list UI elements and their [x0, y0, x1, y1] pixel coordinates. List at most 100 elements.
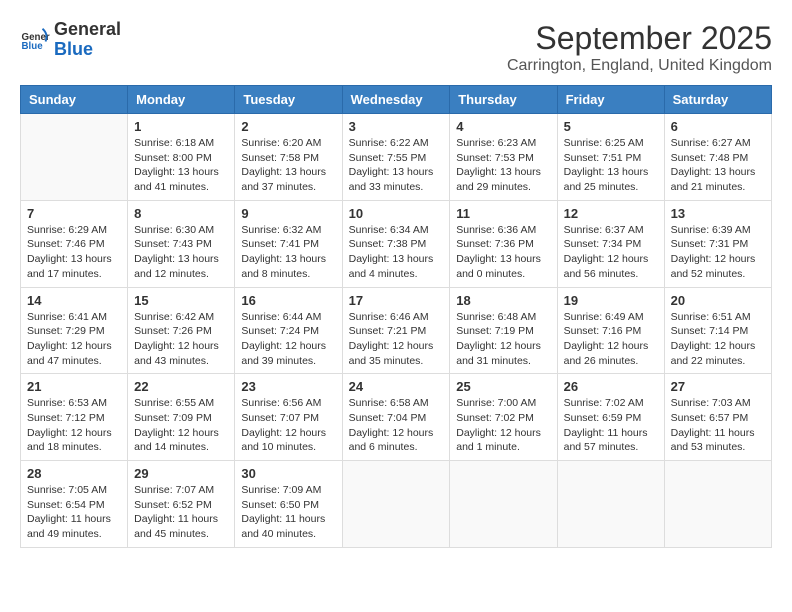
day-number: 28: [27, 466, 121, 481]
calendar-cell: 13 Sunrise: 6:39 AM Sunset: 7:31 PM Dayli…: [664, 200, 771, 287]
day-info: Sunrise: 6:20 AM Sunset: 7:58 PM Dayligh…: [241, 136, 335, 195]
day-info: Sunrise: 6:27 AM Sunset: 7:48 PM Dayligh…: [671, 136, 765, 195]
logo-general-text: General: [54, 19, 121, 39]
day-number: 7: [27, 206, 121, 221]
day-info: Sunrise: 6:30 AM Sunset: 7:43 PM Dayligh…: [134, 223, 228, 282]
calendar-cell: 20 Sunrise: 6:51 AM Sunset: 7:14 PM Dayli…: [664, 287, 771, 374]
day-number: 25: [456, 379, 550, 394]
day-info: Sunrise: 6:42 AM Sunset: 7:26 PM Dayligh…: [134, 310, 228, 369]
calendar-cell: 24Sunrise: 6:58 AM Sunset: 7:04 PM Dayli…: [342, 374, 450, 461]
day-info: Sunrise: 6:56 AM Sunset: 7:07 PM Dayligh…: [241, 396, 335, 455]
day-info: Sunrise: 6:23 AM Sunset: 7:53 PM Dayligh…: [456, 136, 550, 195]
calendar-cell: 4 Sunrise: 6:23 AM Sunset: 7:53 PM Daylig…: [450, 114, 557, 201]
day-number: 4: [456, 119, 550, 134]
day-number: 10: [349, 206, 444, 221]
calendar-cell: [450, 461, 557, 548]
calendar-week-row: 21Sunrise: 6:53 AM Sunset: 7:12 PM Dayli…: [21, 374, 772, 461]
day-number: 6: [671, 119, 765, 134]
day-number: 27: [671, 379, 765, 394]
calendar-cell: [557, 461, 664, 548]
day-number: 29: [134, 466, 228, 481]
title-block: September 2025 Carrington, England, Unit…: [507, 20, 772, 75]
day-number: 24: [349, 379, 444, 394]
calendar-cell: 25 Sunrise: 7:00 AM Sunset: 7:02 PM Dayli…: [450, 374, 557, 461]
day-info: Sunrise: 7:09 AM Sunset: 6:50 PM Dayligh…: [241, 483, 335, 542]
calendar-cell: 1Sunrise: 6:18 AM Sunset: 8:00 PM Daylig…: [128, 114, 235, 201]
calendar-cell: 18Sunrise: 6:48 AM Sunset: 7:19 PM Dayli…: [450, 287, 557, 374]
calendar-cell: [664, 461, 771, 548]
day-number: 9: [241, 206, 335, 221]
calendar-table: SundayMondayTuesdayWednesdayThursdayFrid…: [20, 85, 772, 548]
day-info: Sunrise: 7:02 AM Sunset: 6:59 PM Dayligh…: [564, 396, 658, 455]
day-of-week-header: Monday: [128, 86, 235, 114]
svg-text:Blue: Blue: [22, 41, 44, 52]
day-info: Sunrise: 6:46 AM Sunset: 7:21 PM Dayligh…: [349, 310, 444, 369]
calendar-cell: 10 Sunrise: 6:34 AM Sunset: 7:38 PM Dayli…: [342, 200, 450, 287]
calendar-week-row: 14Sunrise: 6:41 AM Sunset: 7:29 PM Dayli…: [21, 287, 772, 374]
calendar-cell: 15 Sunrise: 6:42 AM Sunset: 7:26 PM Dayli…: [128, 287, 235, 374]
day-of-week-header: Tuesday: [235, 86, 342, 114]
calendar-week-row: 28Sunrise: 7:05 AM Sunset: 6:54 PM Dayli…: [21, 461, 772, 548]
calendar-cell: 22 Sunrise: 6:55 AM Sunset: 7:09 PM Dayli…: [128, 374, 235, 461]
day-info: Sunrise: 6:37 AM Sunset: 7:34 PM Dayligh…: [564, 223, 658, 282]
day-info: Sunrise: 6:34 AM Sunset: 7:38 PM Dayligh…: [349, 223, 444, 282]
day-number: 5: [564, 119, 658, 134]
calendar-cell: 26 Sunrise: 7:02 AM Sunset: 6:59 PM Dayli…: [557, 374, 664, 461]
day-number: 30: [241, 466, 335, 481]
day-info: Sunrise: 6:39 AM Sunset: 7:31 PM Dayligh…: [671, 223, 765, 282]
day-number: 23: [241, 379, 335, 394]
day-info: Sunrise: 6:25 AM Sunset: 7:51 PM Dayligh…: [564, 136, 658, 195]
calendar-header-row: SundayMondayTuesdayWednesdayThursdayFrid…: [21, 86, 772, 114]
calendar-cell: 27Sunrise: 7:03 AM Sunset: 6:57 PM Dayli…: [664, 374, 771, 461]
logo-icon: General Blue: [20, 25, 50, 55]
day-number: 26: [564, 379, 658, 394]
calendar-cell: 2 Sunrise: 6:20 AM Sunset: 7:58 PM Daylig…: [235, 114, 342, 201]
day-number: 13: [671, 206, 765, 221]
day-number: 1: [134, 119, 228, 134]
calendar-cell: 29 Sunrise: 7:07 AM Sunset: 6:52 PM Dayli…: [128, 461, 235, 548]
calendar-cell: 21Sunrise: 6:53 AM Sunset: 7:12 PM Dayli…: [21, 374, 128, 461]
day-number: 11: [456, 206, 550, 221]
location-subtitle: Carrington, England, United Kingdom: [507, 57, 772, 75]
day-of-week-header: Wednesday: [342, 86, 450, 114]
calendar-week-row: 1Sunrise: 6:18 AM Sunset: 8:00 PM Daylig…: [21, 114, 772, 201]
day-info: Sunrise: 7:07 AM Sunset: 6:52 PM Dayligh…: [134, 483, 228, 542]
calendar-cell: [21, 114, 128, 201]
calendar-cell: 17 Sunrise: 6:46 AM Sunset: 7:21 PM Dayli…: [342, 287, 450, 374]
calendar-cell: 19Sunrise: 6:49 AM Sunset: 7:16 PM Dayli…: [557, 287, 664, 374]
day-number: 19: [564, 293, 658, 308]
day-info: Sunrise: 6:51 AM Sunset: 7:14 PM Dayligh…: [671, 310, 765, 369]
day-number: 22: [134, 379, 228, 394]
calendar-cell: 7 Sunrise: 6:29 AM Sunset: 7:46 PM Daylig…: [21, 200, 128, 287]
day-number: 21: [27, 379, 121, 394]
day-info: Sunrise: 7:00 AM Sunset: 7:02 PM Dayligh…: [456, 396, 550, 455]
day-of-week-header: Sunday: [21, 86, 128, 114]
day-number: 2: [241, 119, 335, 134]
logo: General Blue General Blue: [20, 20, 121, 60]
calendar-cell: 28Sunrise: 7:05 AM Sunset: 6:54 PM Dayli…: [21, 461, 128, 548]
day-number: 3: [349, 119, 444, 134]
calendar-cell: 3 Sunrise: 6:22 AM Sunset: 7:55 PM Daylig…: [342, 114, 450, 201]
day-number: 16: [241, 293, 335, 308]
day-info: Sunrise: 6:32 AM Sunset: 7:41 PM Dayligh…: [241, 223, 335, 282]
calendar-cell: 14Sunrise: 6:41 AM Sunset: 7:29 PM Dayli…: [21, 287, 128, 374]
day-info: Sunrise: 6:55 AM Sunset: 7:09 PM Dayligh…: [134, 396, 228, 455]
calendar-cell: 23 Sunrise: 6:56 AM Sunset: 7:07 PM Dayli…: [235, 374, 342, 461]
day-info: Sunrise: 6:22 AM Sunset: 7:55 PM Dayligh…: [349, 136, 444, 195]
day-number: 15: [134, 293, 228, 308]
day-number: 17: [349, 293, 444, 308]
day-info: Sunrise: 6:41 AM Sunset: 7:29 PM Dayligh…: [27, 310, 121, 369]
page-header: General Blue General Blue September 2025…: [20, 20, 772, 75]
day-info: Sunrise: 6:29 AM Sunset: 7:46 PM Dayligh…: [27, 223, 121, 282]
day-of-week-header: Saturday: [664, 86, 771, 114]
calendar-cell: 8Sunrise: 6:30 AM Sunset: 7:43 PM Daylig…: [128, 200, 235, 287]
day-number: 20: [671, 293, 765, 308]
day-of-week-header: Thursday: [450, 86, 557, 114]
calendar-cell: 9 Sunrise: 6:32 AM Sunset: 7:41 PM Daylig…: [235, 200, 342, 287]
day-of-week-header: Friday: [557, 86, 664, 114]
calendar-cell: 6 Sunrise: 6:27 AM Sunset: 7:48 PM Daylig…: [664, 114, 771, 201]
calendar-cell: 11Sunrise: 6:36 AM Sunset: 7:36 PM Dayli…: [450, 200, 557, 287]
month-year-title: September 2025: [507, 20, 772, 57]
calendar-week-row: 7 Sunrise: 6:29 AM Sunset: 7:46 PM Daylig…: [21, 200, 772, 287]
calendar-cell: 30 Sunrise: 7:09 AM Sunset: 6:50 PM Dayli…: [235, 461, 342, 548]
